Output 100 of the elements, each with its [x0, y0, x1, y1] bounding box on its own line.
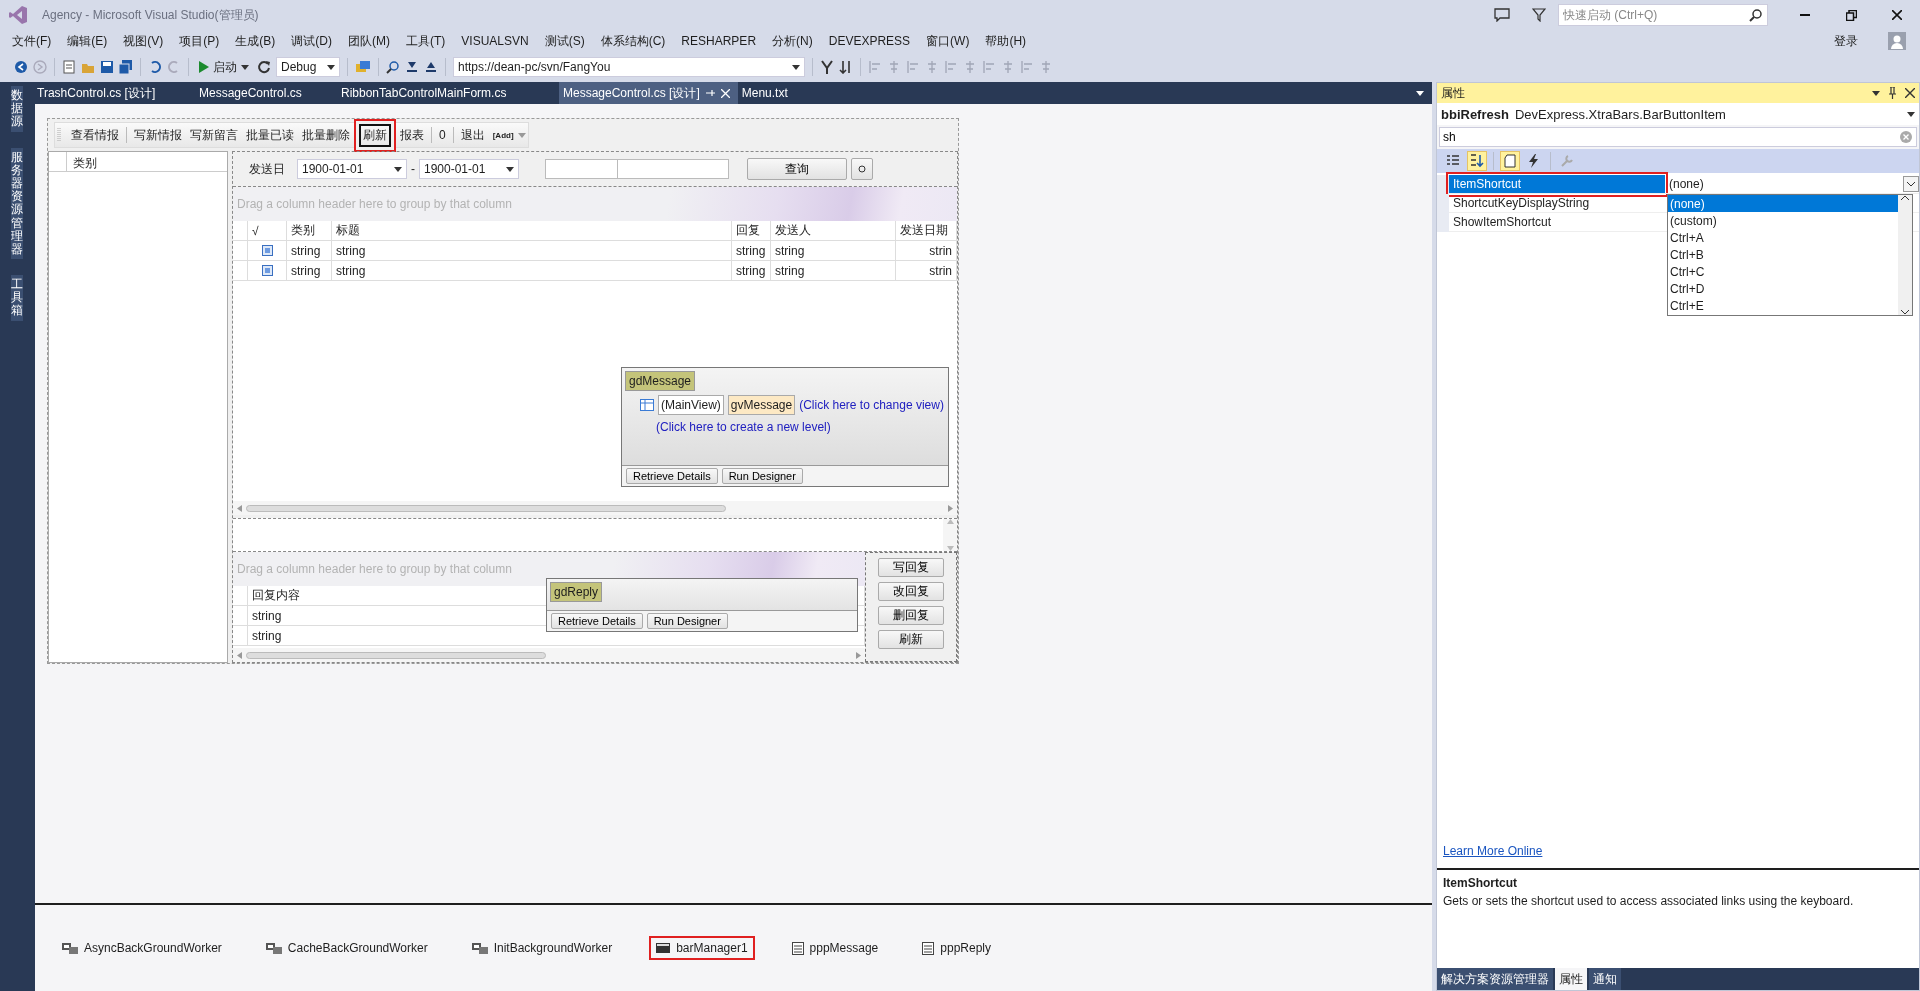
account-icon[interactable]: [1888, 32, 1906, 50]
menu-item[interactable]: 生成(B): [227, 32, 284, 50]
menu-item[interactable]: 分析(N): [764, 32, 821, 50]
scrollbar[interactable]: [233, 501, 957, 515]
list-option[interactable]: Ctrl+A: [1668, 229, 1898, 246]
column-header[interactable]: 发送日期: [896, 221, 957, 240]
upload-icon[interactable]: [424, 60, 438, 74]
clear-icon[interactable]: [1900, 131, 1912, 143]
dropdown-icon[interactable]: [1903, 176, 1919, 192]
property-name[interactable]: ShowItemShortcut: [1449, 213, 1665, 232]
save-all-icon[interactable]: [119, 60, 133, 74]
side-tab[interactable]: 数据源: [10, 86, 23, 132]
menu-item[interactable]: DEVEXPRESS: [820, 34, 919, 48]
refresh-icon[interactable]: [257, 60, 271, 74]
list-option[interactable]: Ctrl+B: [1668, 246, 1898, 263]
reply-button[interactable]: 刷新: [878, 630, 944, 649]
menu-item[interactable]: RESHARPER: [673, 34, 765, 48]
toolbar-item[interactable]: 批量删除: [298, 123, 354, 147]
panel-tab[interactable]: 通知: [1589, 968, 1621, 990]
reply-button[interactable]: 删回复: [878, 606, 944, 625]
menu-item[interactable]: 窗口(W): [918, 32, 978, 50]
add-item-label[interactable]: [Add]: [492, 130, 514, 140]
learn-more-link[interactable]: Learn More Online: [1443, 844, 1543, 858]
memo-field[interactable]: [233, 518, 957, 552]
feedback-icon[interactable]: [1494, 8, 1510, 22]
toolbar-item[interactable]: 写新留言: [186, 123, 242, 147]
save-icon[interactable]: [100, 60, 114, 74]
object-selector[interactable]: bbiRefresh DevExpress.XtraBars.BarButtonItem: [1437, 103, 1919, 125]
reply-button[interactable]: 改回复: [878, 582, 944, 601]
designer-button[interactable]: Retrieve Details: [551, 613, 643, 629]
configuration-dropdown[interactable]: Debug: [276, 57, 340, 77]
document-tab[interactable]: MessageControl.cs: [195, 82, 337, 104]
column-header[interactable]: 回复: [732, 221, 771, 240]
menu-item[interactable]: VISUALSVN: [453, 34, 537, 48]
toolbar-item[interactable]: 刷新: [354, 118, 396, 152]
find-in-files-icon[interactable]: [386, 60, 400, 74]
menu-item[interactable]: 体系结构(C): [592, 32, 674, 50]
input-field[interactable]: [617, 159, 729, 179]
document-tab[interactable]: MessageControl.cs [设计]: [559, 82, 738, 104]
quick-launch-field[interactable]: 快速启动 (Ctrl+Q): [1558, 4, 1768, 26]
property-value[interactable]: (none): [1669, 177, 1704, 191]
list-option[interactable]: Ctrl+C: [1668, 263, 1898, 280]
menu-item[interactable]: 调试(D): [283, 32, 340, 50]
forward-icon[interactable]: [33, 60, 47, 74]
search-field[interactable]: sh: [1439, 127, 1917, 147]
menu-item[interactable]: 测试(S): [536, 32, 593, 50]
side-tab[interactable]: 服务器资源管理器: [10, 147, 23, 260]
back-icon[interactable]: [14, 60, 28, 74]
new-project-icon[interactable]: [62, 60, 76, 74]
toolbar-item[interactable]: 写新情报: [130, 123, 186, 147]
menu-item[interactable]: 文件(F): [4, 32, 60, 50]
column-header[interactable]: 类别: [287, 221, 332, 240]
property-name[interactable]: ItemShortcut: [1449, 175, 1665, 194]
panel-tab[interactable]: 解决方案资源管理器: [1437, 968, 1553, 990]
menu-item[interactable]: 项目(P): [171, 32, 228, 50]
search-button[interactable]: 查询: [747, 158, 847, 180]
view-name-label[interactable]: gvMessage: [727, 395, 796, 415]
column-header[interactable]: 发送人: [771, 221, 896, 240]
toolbar-item[interactable]: 查看情报: [67, 123, 123, 147]
column-header[interactable]: √: [248, 221, 287, 240]
sort-icon[interactable]: [839, 60, 853, 74]
merge-icon[interactable]: [820, 60, 834, 74]
sign-in-link[interactable]: 登录: [1834, 32, 1858, 50]
change-view-link[interactable]: (Click here to change view): [799, 398, 944, 412]
toolbar-item[interactable]: 批量已读: [242, 123, 298, 147]
document-tab[interactable]: TrashControl.cs [设计]: [33, 82, 195, 104]
component-item[interactable]: pppMessage: [784, 936, 886, 960]
close-icon[interactable]: [1905, 88, 1915, 98]
column-header[interactable]: 标题: [332, 221, 732, 240]
component-item[interactable]: pppReply: [915, 936, 998, 960]
alphabetical-button[interactable]: [1467, 151, 1487, 171]
toolbar-item[interactable]: 报表: [396, 123, 428, 147]
list-option[interactable]: (none): [1668, 195, 1898, 212]
list-option[interactable]: Ctrl+E: [1668, 297, 1898, 314]
date-to-field[interactable]: 1900-01-01: [419, 159, 519, 179]
component-item[interactable]: CacheBackGroundWorker: [258, 936, 435, 960]
download-icon[interactable]: [405, 60, 419, 74]
menu-item[interactable]: 视图(V): [115, 32, 172, 50]
scrollbar[interactable]: [233, 648, 865, 662]
pin-icon[interactable]: [1888, 87, 1897, 99]
align-bottom-icon[interactable]: [963, 60, 977, 74]
property-name[interactable]: ShortcutKeyDisplayString: [1449, 194, 1665, 213]
view-type-label[interactable]: (MainView): [658, 395, 724, 415]
option-button[interactable]: [851, 158, 873, 180]
new-level-link[interactable]: (Click here to create a new level): [656, 420, 831, 434]
scrollbar[interactable]: [1898, 195, 1912, 315]
component-item[interactable]: barManager1: [649, 936, 755, 960]
find-icon[interactable]: [355, 60, 371, 74]
date-from-field[interactable]: 1900-01-01: [297, 159, 407, 179]
panel-tab[interactable]: 属性: [1555, 968, 1587, 990]
document-tab[interactable]: RibbonTabControlMainForm.cs: [337, 82, 559, 104]
designer-button[interactable]: Run Designer: [721, 468, 803, 484]
component-item[interactable]: AsyncBackGroundWorker: [55, 936, 229, 960]
toolbar-item[interactable]: 0: [435, 125, 450, 145]
list-option[interactable]: Ctrl+D: [1668, 280, 1898, 297]
start-button[interactable]: 启动: [196, 58, 252, 76]
reply-button[interactable]: 写回复: [878, 558, 944, 577]
designer-button[interactable]: Run Designer: [646, 613, 728, 629]
filter-icon[interactable]: [1532, 8, 1546, 22]
side-tab[interactable]: 工具箱: [10, 275, 23, 321]
